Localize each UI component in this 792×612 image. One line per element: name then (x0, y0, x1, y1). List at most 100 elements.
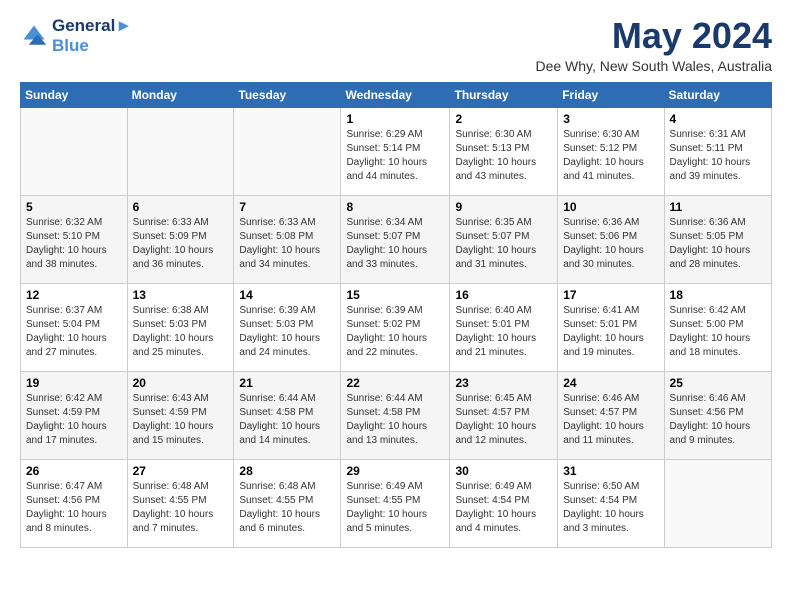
day-number: 21 (239, 376, 335, 390)
day-info: Sunrise: 6:41 AMSunset: 5:01 PMDaylight:… (563, 304, 658, 360)
calendar-cell: 11 Sunrise: 6:36 AMSunset: 5:05 PMDayligh… (664, 195, 771, 283)
day-info: Sunrise: 6:48 AMSunset: 4:55 PMDaylight:… (239, 480, 335, 536)
calendar-cell: 5 Sunrise: 6:32 AMSunset: 5:10 PMDaylight… (21, 195, 128, 283)
page-header: General► Blue May 2024 Dee Why, New Sout… (20, 16, 772, 74)
day-number: 6 (133, 200, 229, 214)
day-number: 29 (346, 464, 444, 478)
logo-icon (20, 22, 48, 50)
calendar-cell: 3 Sunrise: 6:30 AMSunset: 5:12 PMDaylight… (558, 107, 664, 195)
calendar-cell: 22Sunrise: 6:44 AMSunset: 4:58 PMDayligh… (341, 371, 450, 459)
calendar-cell: 14 Sunrise: 6:39 AMSunset: 5:03 PMDayligh… (234, 283, 341, 371)
day-number: 12 (26, 288, 122, 302)
day-info: Sunrise: 6:45 AMSunset: 4:57 PMDaylight:… (455, 392, 552, 448)
day-number: 1 (346, 112, 444, 126)
week-row-4: 19 Sunrise: 6:42 AMSunset: 4:59 PMDayligh… (21, 371, 772, 459)
day-info: Sunrise: 6:39 AMSunset: 5:03 PMDaylight:… (239, 304, 335, 360)
day-info: Sunrise: 6:33 AMSunset: 5:09 PMDaylight:… (133, 216, 229, 272)
calendar-cell (127, 107, 234, 195)
month-title: May 2024 (535, 16, 772, 56)
calendar-cell (234, 107, 341, 195)
calendar-cell: 28 Sunrise: 6:48 AMSunset: 4:55 PMDayligh… (234, 459, 341, 547)
calendar-cell: 31 Sunrise: 6:50 AMSunset: 4:54 PMDayligh… (558, 459, 664, 547)
day-info: Sunrise: 6:44 AMSunset: 4:58 PMDaylight:… (346, 392, 444, 448)
day-number: 14 (239, 288, 335, 302)
title-area: May 2024 Dee Why, New South Wales, Austr… (535, 16, 772, 74)
day-info: Sunrise: 6:44 AMSunset: 4:58 PMDaylight:… (239, 392, 335, 448)
day-info: Sunrise: 6:39 AMSunset: 5:02 PMDaylight:… (346, 304, 444, 360)
day-number: 8 (346, 200, 444, 214)
col-header-thursday: Thursday (450, 82, 558, 107)
day-info: Sunrise: 6:35 AMSunset: 5:07 PMDaylight:… (455, 216, 552, 272)
day-number: 25 (670, 376, 766, 390)
day-number: 9 (455, 200, 552, 214)
day-number: 26 (26, 464, 122, 478)
col-header-saturday: Saturday (664, 82, 771, 107)
day-info: Sunrise: 6:50 AMSunset: 4:54 PMDaylight:… (563, 480, 658, 536)
day-info: Sunrise: 6:32 AMSunset: 5:10 PMDaylight:… (26, 216, 122, 272)
day-number: 17 (563, 288, 658, 302)
day-number: 11 (670, 200, 766, 214)
day-number: 4 (670, 112, 766, 126)
calendar-cell: 10Sunrise: 6:36 AMSunset: 5:06 PMDayligh… (558, 195, 664, 283)
day-info: Sunrise: 6:49 AMSunset: 4:55 PMDaylight:… (346, 480, 444, 536)
header-row: SundayMondayTuesdayWednesdayThursdayFrid… (21, 82, 772, 107)
day-info: Sunrise: 6:30 AMSunset: 5:12 PMDaylight:… (563, 128, 658, 184)
calendar-cell: 15 Sunrise: 6:39 AMSunset: 5:02 PMDayligh… (341, 283, 450, 371)
day-info: Sunrise: 6:48 AMSunset: 4:55 PMDaylight:… (133, 480, 229, 536)
day-info: Sunrise: 6:47 AMSunset: 4:56 PMDaylight:… (26, 480, 122, 536)
day-number: 31 (563, 464, 658, 478)
day-info: Sunrise: 6:46 AMSunset: 4:56 PMDaylight:… (670, 392, 766, 448)
calendar-cell: 8 Sunrise: 6:34 AMSunset: 5:07 PMDaylight… (341, 195, 450, 283)
col-header-friday: Friday (558, 82, 664, 107)
week-row-3: 12 Sunrise: 6:37 AMSunset: 5:04 PMDayligh… (21, 283, 772, 371)
calendar-cell: 9 Sunrise: 6:35 AMSunset: 5:07 PMDaylight… (450, 195, 558, 283)
day-number: 28 (239, 464, 335, 478)
day-number: 7 (239, 200, 335, 214)
day-info: Sunrise: 6:43 AMSunset: 4:59 PMDaylight:… (133, 392, 229, 448)
calendar-cell: 27 Sunrise: 6:48 AMSunset: 4:55 PMDayligh… (127, 459, 234, 547)
calendar-cell (21, 107, 128, 195)
calendar-cell: 20Sunrise: 6:43 AMSunset: 4:59 PMDayligh… (127, 371, 234, 459)
day-number: 3 (563, 112, 658, 126)
col-header-wednesday: Wednesday (341, 82, 450, 107)
day-number: 18 (670, 288, 766, 302)
day-info: Sunrise: 6:49 AMSunset: 4:54 PMDaylight:… (455, 480, 552, 536)
day-number: 24 (563, 376, 658, 390)
day-number: 13 (133, 288, 229, 302)
day-info: Sunrise: 6:46 AMSunset: 4:57 PMDaylight:… (563, 392, 658, 448)
day-info: Sunrise: 6:37 AMSunset: 5:04 PMDaylight:… (26, 304, 122, 360)
day-info: Sunrise: 6:42 AMSunset: 5:00 PMDaylight:… (670, 304, 766, 360)
day-number: 19 (26, 376, 122, 390)
calendar-cell: 1Sunrise: 6:29 AMSunset: 5:14 PMDaylight… (341, 107, 450, 195)
calendar-cell: 21 Sunrise: 6:44 AMSunset: 4:58 PMDayligh… (234, 371, 341, 459)
day-number: 5 (26, 200, 122, 214)
day-number: 30 (455, 464, 552, 478)
day-info: Sunrise: 6:31 AMSunset: 5:11 PMDaylight:… (670, 128, 766, 184)
day-info: Sunrise: 6:40 AMSunset: 5:01 PMDaylight:… (455, 304, 552, 360)
calendar-cell: 7 Sunrise: 6:33 AMSunset: 5:08 PMDaylight… (234, 195, 341, 283)
day-info: Sunrise: 6:34 AMSunset: 5:07 PMDaylight:… (346, 216, 444, 272)
logo-text: General► Blue (52, 16, 132, 56)
calendar-cell: 29 Sunrise: 6:49 AMSunset: 4:55 PMDayligh… (341, 459, 450, 547)
day-info: Sunrise: 6:42 AMSunset: 4:59 PMDaylight:… (26, 392, 122, 448)
day-info: Sunrise: 6:38 AMSunset: 5:03 PMDaylight:… (133, 304, 229, 360)
day-number: 15 (346, 288, 444, 302)
calendar-cell: 26 Sunrise: 6:47 AMSunset: 4:56 PMDayligh… (21, 459, 128, 547)
day-info: Sunrise: 6:36 AMSunset: 5:06 PMDaylight:… (563, 216, 658, 272)
day-info: Sunrise: 6:33 AMSunset: 5:08 PMDaylight:… (239, 216, 335, 272)
calendar-cell: 6 Sunrise: 6:33 AMSunset: 5:09 PMDaylight… (127, 195, 234, 283)
calendar-cell: 30 Sunrise: 6:49 AMSunset: 4:54 PMDayligh… (450, 459, 558, 547)
calendar-cell: 17 Sunrise: 6:41 AMSunset: 5:01 PMDayligh… (558, 283, 664, 371)
week-row-1: 1Sunrise: 6:29 AMSunset: 5:14 PMDaylight… (21, 107, 772, 195)
calendar-cell: 24 Sunrise: 6:46 AMSunset: 4:57 PMDayligh… (558, 371, 664, 459)
calendar-table: SundayMondayTuesdayWednesdayThursdayFrid… (20, 82, 772, 548)
day-number: 27 (133, 464, 229, 478)
location: Dee Why, New South Wales, Australia (535, 58, 772, 74)
calendar-cell: 13 Sunrise: 6:38 AMSunset: 5:03 PMDayligh… (127, 283, 234, 371)
calendar-cell: 2Sunrise: 6:30 AMSunset: 5:13 PMDaylight… (450, 107, 558, 195)
col-header-tuesday: Tuesday (234, 82, 341, 107)
calendar-cell (664, 459, 771, 547)
calendar-cell: 18 Sunrise: 6:42 AMSunset: 5:00 PMDayligh… (664, 283, 771, 371)
day-info: Sunrise: 6:36 AMSunset: 5:05 PMDaylight:… (670, 216, 766, 272)
week-row-2: 5 Sunrise: 6:32 AMSunset: 5:10 PMDaylight… (21, 195, 772, 283)
